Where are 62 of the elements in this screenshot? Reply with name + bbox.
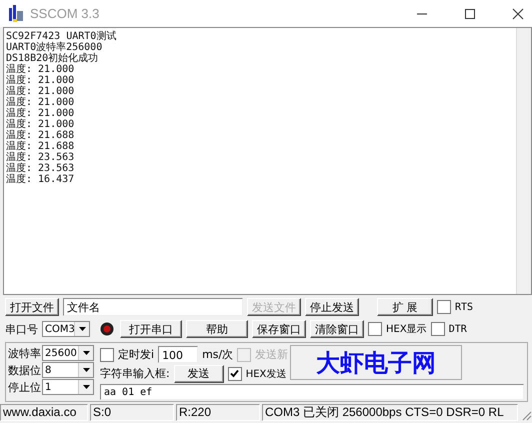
- port-dropdown[interactable]: COM3: [42, 321, 90, 337]
- port-label: 串口号: [5, 322, 38, 336]
- scrollbar[interactable]: [516, 28, 531, 294]
- setting-dropdown[interactable]: 25600: [42, 345, 94, 361]
- timed-send-label: 定时发i: [118, 347, 154, 362]
- received-line: 温度: 21.688: [6, 141, 76, 152]
- dropdown-arrow-icon[interactable]: [78, 327, 86, 331]
- clear-window-button[interactable]: 清除窗口: [310, 320, 364, 338]
- banner: 大虾电子网: [290, 345, 462, 380]
- maximize-icon[interactable]: [464, 8, 476, 20]
- interval-unit-label: ms/次: [202, 347, 234, 362]
- send-text-field[interactable]: aa 01 ef: [100, 384, 524, 400]
- timed-send-checkbox[interactable]: [100, 348, 114, 362]
- setting-label: 停止位: [8, 380, 41, 394]
- received-line: 温度: 21.000: [6, 97, 76, 108]
- status-bar-cell: COM3 已关闭 256000bps CTS=0 DSR=0 RL: [262, 404, 518, 421]
- dropdown-arrow-icon[interactable]: [82, 351, 90, 355]
- send-button[interactable]: 发送: [174, 364, 224, 382]
- received-line: 温度: 21.000: [6, 64, 76, 75]
- open-port-button[interactable]: 打开串口: [120, 320, 182, 338]
- setting-dropdown[interactable]: 8: [42, 362, 94, 378]
- send-newline-label: 发送新: [255, 347, 288, 362]
- received-line: DS18B20初始化成功: [6, 53, 100, 64]
- setting-label: 数据位: [8, 362, 41, 378]
- window-title: SSCOM 3.3: [30, 6, 100, 21]
- received-line: 温度: 23.563: [6, 152, 76, 163]
- received-line: 温度: 21.000: [6, 75, 76, 86]
- received-line: 温度: 21.000: [6, 119, 76, 130]
- stop-send-button[interactable]: 停止发送: [305, 298, 359, 316]
- received-line: 温度: 21.000: [6, 108, 76, 119]
- checkmark-icon: [230, 369, 240, 378]
- open-file-button[interactable]: 打开文件: [5, 298, 59, 316]
- status-bar-cell: R:220: [176, 404, 260, 421]
- close-icon[interactable]: [512, 8, 524, 20]
- received-line: 温度: 23.563: [6, 163, 76, 174]
- hex-send-checkbox[interactable]: [228, 366, 242, 380]
- resize-grip-icon[interactable]: [520, 409, 532, 421]
- received-line: 温度: 21.688: [6, 130, 76, 141]
- expand-button[interactable]: 扩 展: [377, 298, 433, 316]
- dropdown-arrow-icon[interactable]: [82, 385, 90, 389]
- dtr-checkbox[interactable]: [430, 322, 445, 336]
- interval-field[interactable]: 100: [158, 346, 198, 363]
- save-window-button[interactable]: 保存窗口: [252, 320, 306, 338]
- hex-send-label: HEX发送: [246, 368, 286, 380]
- setting-dropdown[interactable]: 1: [42, 379, 94, 395]
- rts-checkbox[interactable]: [437, 300, 451, 314]
- hex-display-checkbox[interactable]: [368, 322, 382, 336]
- dtr-label: DTR: [448, 324, 467, 334]
- status-bar-cell: www.daxia.co: [0, 404, 88, 421]
- setting-label: 波特率: [8, 346, 41, 360]
- hex-display-label: HEX显示: [386, 323, 427, 336]
- file-name-field[interactable]: 文件名: [63, 298, 243, 316]
- received-line: 温度: 16.437: [6, 174, 76, 185]
- rts-label: RTS: [455, 302, 474, 312]
- dropdown-arrow-icon[interactable]: [82, 368, 90, 372]
- help-button[interactable]: 帮助: [186, 320, 248, 338]
- received-line: UART0波特率256000: [6, 42, 104, 53]
- app-icon: [8, 4, 24, 22]
- status-bar-cell: S:0: [90, 404, 174, 421]
- received-line: SC92F7423 UART0测试: [6, 31, 118, 42]
- received-line: 温度: 21.000: [6, 86, 76, 97]
- string-input-label: 字符串输入框:: [100, 366, 170, 381]
